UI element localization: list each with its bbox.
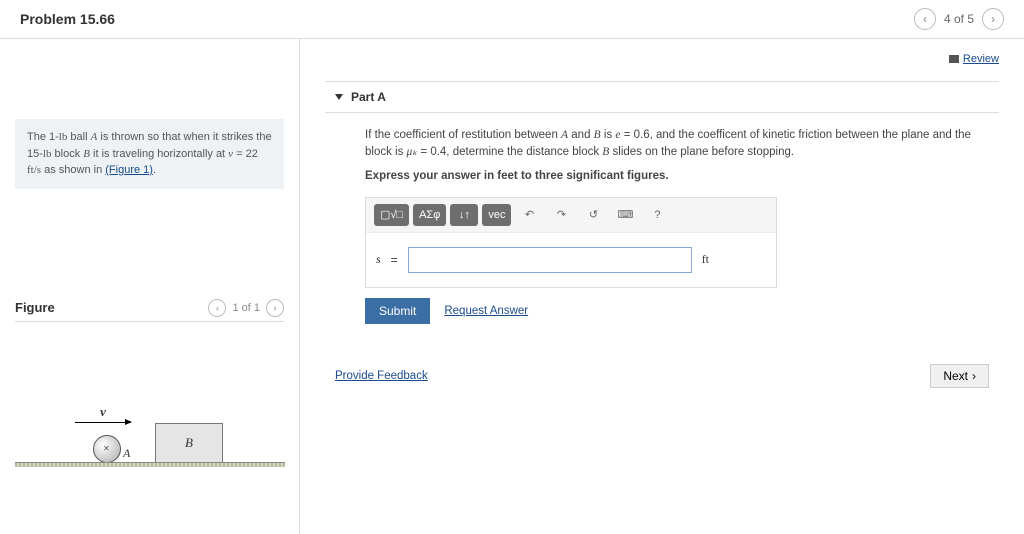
part-header[interactable]: Part A <box>325 81 999 113</box>
figure-title: Figure <box>15 300 55 315</box>
velocity-arrow-icon <box>75 422 131 423</box>
help-button[interactable]: ? <box>643 204 671 226</box>
question-text: If the coefficient of restitution betwee… <box>325 113 999 168</box>
problem-position: 4 of 5 <box>944 12 974 26</box>
vector-button[interactable]: vec <box>482 204 511 226</box>
chevron-right-icon: › <box>972 369 976 383</box>
request-answer-link[interactable]: Request Answer <box>444 305 528 317</box>
answer-variable: s <box>376 252 381 267</box>
prev-problem-button[interactable]: ‹ <box>914 8 936 30</box>
figure-link[interactable]: (Figure 1) <box>105 164 153 176</box>
subsup-button[interactable]: ↓↑ <box>450 204 478 226</box>
templates-button[interactable]: ▢√□ <box>374 204 409 226</box>
equals-sign: = <box>391 253 398 267</box>
part-label: Part A <box>351 90 386 104</box>
figure-next-button[interactable]: › <box>266 299 284 317</box>
reset-button[interactable]: ↺ <box>579 204 607 226</box>
keyboard-button[interactable]: ⌨ <box>611 204 639 226</box>
submit-button[interactable]: Submit <box>365 298 430 324</box>
answer-input-block: ▢√□ ΑΣφ ↓↑ vec ↶ ↷ ↺ ⌨ ? s = ft <box>365 197 777 288</box>
next-problem-button[interactable]: › <box>982 8 1004 30</box>
ball-label: A <box>123 446 130 461</box>
review-link[interactable]: Review <box>963 53 999 65</box>
provide-feedback-link[interactable]: Provide Feedback <box>335 370 428 382</box>
ball-center-icon: ✕ <box>103 444 110 453</box>
problem-statement: The 1-lb ball A is thrown so that when i… <box>15 119 284 189</box>
page-title: Problem 15.66 <box>20 11 115 27</box>
answer-unit: ft <box>702 252 709 267</box>
velocity-label: v <box>100 404 106 420</box>
symbols-button[interactable]: ΑΣφ <box>413 204 446 226</box>
ground-icon <box>15 462 285 467</box>
next-button[interactable]: Next› <box>930 364 989 388</box>
answer-input[interactable] <box>408 247 692 273</box>
undo-button[interactable]: ↶ <box>515 204 543 226</box>
flag-icon <box>949 55 959 63</box>
answer-instructions: Express your answer in feet to three sig… <box>325 168 999 191</box>
chevron-down-icon <box>335 94 343 100</box>
block-icon: B <box>155 423 223 463</box>
figure-diagram: v ✕ A B <box>15 350 285 485</box>
figure-prev-button[interactable]: ‹ <box>208 299 226 317</box>
problem-nav: ‹ 4 of 5 › <box>914 8 1004 30</box>
redo-button[interactable]: ↷ <box>547 204 575 226</box>
figure-pager: 1 of 1 <box>232 302 260 314</box>
